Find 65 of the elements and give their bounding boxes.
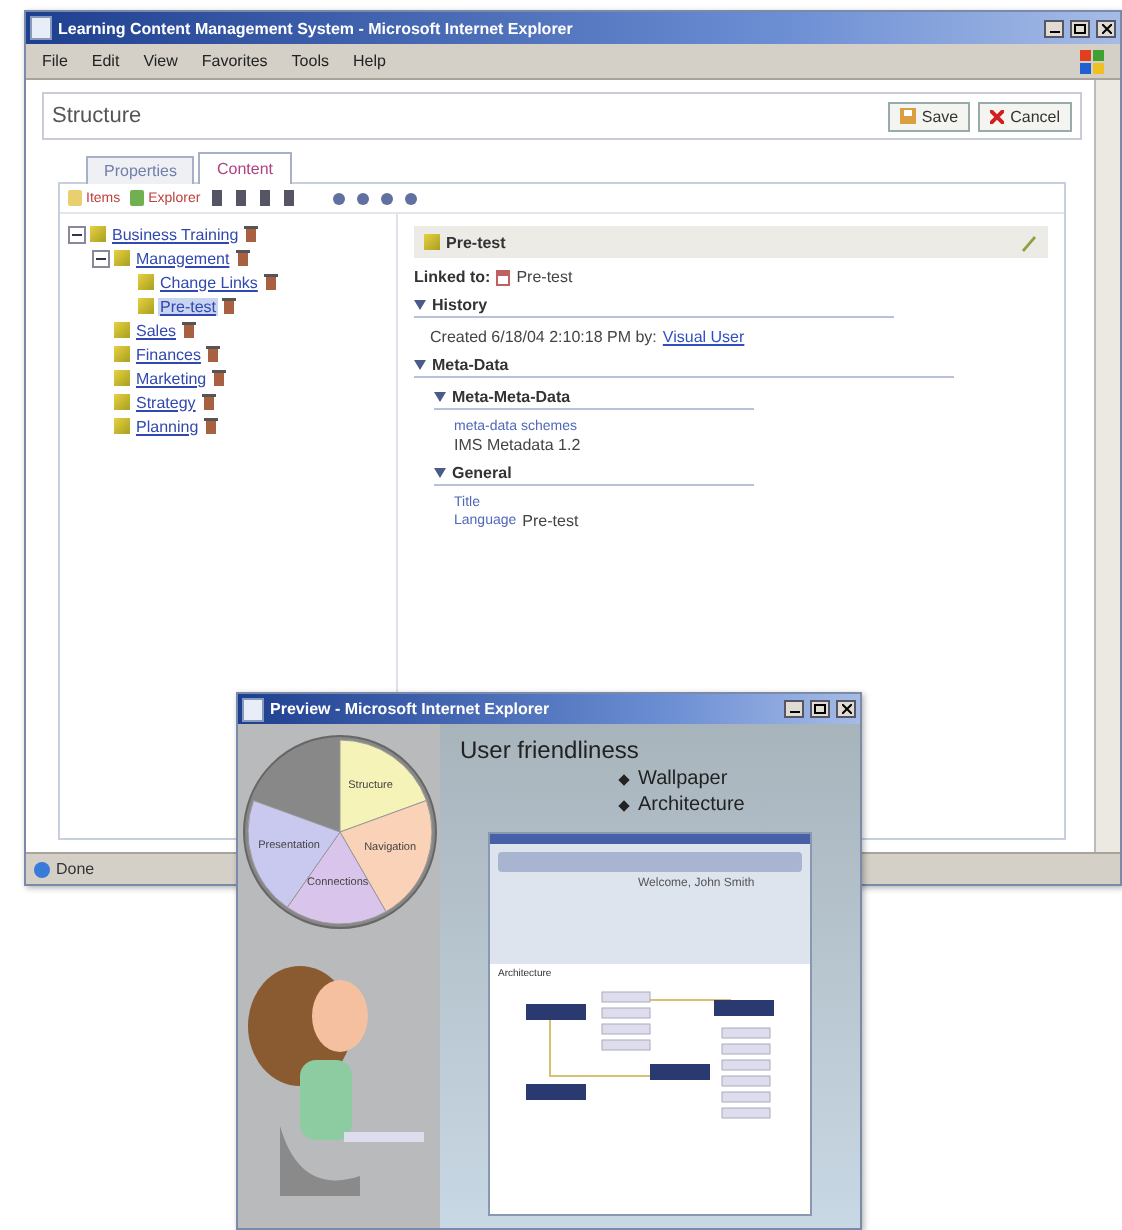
menu-item[interactable]: File [42, 52, 68, 70]
page-icon [242, 697, 264, 721]
status-text: Done [56, 860, 95, 878]
calendar-icon [496, 269, 511, 285]
window-title: Learning Content Management System - Microsoft Internet Explorer [58, 19, 575, 37]
maximize-icon [1074, 23, 1086, 33]
history-text: Created 6/18/04 2:10:18 PM by: [430, 328, 657, 346]
trash-icon[interactable] [235, 250, 250, 266]
tree-item[interactable]: Business Training [110, 225, 241, 243]
user-link[interactable]: Visual User [662, 328, 745, 346]
maximize-icon [814, 704, 826, 714]
linked-label: Linked to: [414, 268, 491, 286]
tree-item[interactable]: Change Links [158, 273, 260, 291]
collapse-icon[interactable] [68, 225, 86, 243]
trash-icon[interactable] [212, 370, 227, 386]
folder-icon [424, 234, 440, 250]
menu-item[interactable]: Help [352, 52, 386, 70]
tree-item[interactable]: Pre-test [158, 297, 219, 315]
trash-icon[interactable] [201, 394, 216, 410]
section-header[interactable]: History [414, 296, 894, 318]
tree-item[interactable]: Planning [134, 417, 201, 435]
menu-item[interactable]: Tools [291, 52, 329, 70]
tree-item[interactable]: Finances [134, 345, 203, 363]
collapse-icon[interactable] [92, 249, 110, 267]
tree-item[interactable]: Management [134, 249, 232, 267]
field-value: IMS Metadata 1.2 [454, 436, 583, 454]
trash-icon[interactable] [222, 298, 237, 314]
cancel-button[interactable]: Cancel [978, 101, 1072, 131]
close-button[interactable] [836, 700, 856, 718]
windows-logo-icon [1080, 49, 1104, 73]
linked-value: Pre-test [516, 268, 573, 286]
subsection-header[interactable]: Meta-Meta-Data [434, 388, 754, 410]
menu-item[interactable]: Favorites [201, 52, 268, 70]
page-icon [30, 16, 52, 40]
minimize-button[interactable] [1044, 19, 1064, 37]
bullet-item: Architecture [620, 794, 840, 816]
trash-icon[interactable] [263, 274, 278, 290]
minimize-button[interactable] [784, 700, 804, 718]
slide-heading: User friendliness [460, 736, 641, 764]
trash-icon[interactable] [206, 346, 221, 362]
maximize-button[interactable] [1070, 19, 1090, 37]
bullet-item: Wallpaper [620, 768, 840, 790]
close-icon [841, 704, 851, 714]
window-title: Preview - Microsoft Internet Explorer [270, 700, 552, 718]
subsection-header[interactable]: General [434, 464, 754, 486]
save-button[interactable]: Save [887, 101, 971, 131]
tree-item[interactable]: Strategy [134, 393, 198, 411]
scrollbar[interactable] [1094, 80, 1120, 852]
trash-icon[interactable] [182, 322, 197, 338]
close-button[interactable] [1096, 19, 1116, 37]
close-icon [1101, 23, 1111, 33]
menu-item[interactable]: Edit [91, 52, 120, 70]
trash-icon[interactable] [204, 418, 219, 434]
tree-item[interactable]: Marketing [134, 369, 209, 387]
menu-item[interactable]: View [143, 52, 178, 70]
tree-item[interactable]: Sales [134, 321, 179, 339]
trash-icon[interactable] [244, 226, 259, 242]
cross-icon [990, 109, 1005, 123]
page-title: Structure [52, 104, 144, 128]
globe-icon [34, 861, 50, 877]
section-header[interactable]: Meta-Data [414, 356, 954, 378]
tab[interactable]: Content [198, 152, 291, 184]
maximize-button[interactable] [810, 700, 830, 718]
field-value: Pre-test [522, 512, 579, 530]
detail-title: Pre-test [446, 233, 508, 251]
